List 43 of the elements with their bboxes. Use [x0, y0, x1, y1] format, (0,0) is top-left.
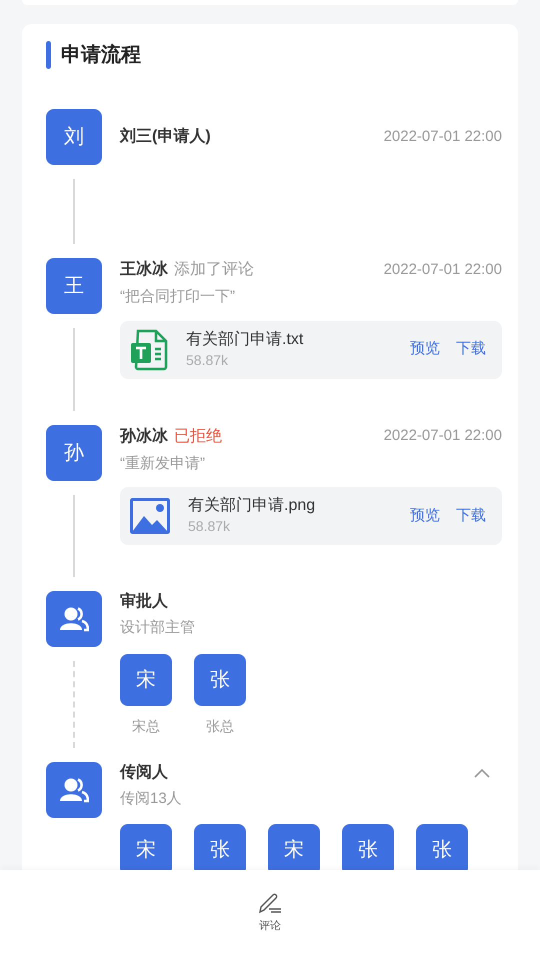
file-action-link[interactable]: 下载	[456, 338, 486, 361]
comment-text: “把合同打印一下”	[120, 287, 236, 307]
title-accent-bar	[46, 41, 51, 69]
group-icon	[59, 776, 89, 802]
file-name: 有关部门申请.txt	[186, 330, 304, 350]
file-action-link[interactable]: 下载	[456, 504, 486, 528]
person-name: 刘三(申请人)	[120, 126, 211, 147]
chevron-up-icon[interactable]	[474, 768, 490, 778]
group-subtitle: 传阅13人	[120, 788, 183, 808]
timestamp: 2022-07-01 22:00	[384, 426, 502, 446]
action-text: 添加了评论	[174, 260, 254, 280]
timestamp: 2022-07-01 22:00	[384, 260, 502, 280]
group-icon	[59, 606, 89, 632]
file-size: 58.87k	[186, 350, 230, 370]
avatar: 宋	[268, 824, 320, 870]
comment-button[interactable]: 评论	[257, 892, 283, 936]
timestamp: 2022-07-01 22:00	[384, 126, 502, 147]
avatar: 王	[46, 258, 102, 314]
group-title: 审批人	[120, 591, 168, 612]
file-action-link[interactable]: 预览	[410, 338, 440, 361]
person-name: 宋总	[132, 716, 160, 736]
document-icon	[130, 328, 168, 370]
group-subtitle: 设计部主管	[120, 618, 196, 638]
person-name: 孙冰冰	[120, 426, 168, 446]
status-text: 已拒绝	[174, 426, 222, 446]
avatar: 宋	[120, 824, 172, 870]
file-size: 58.87k	[188, 517, 232, 536]
avatar: 刘	[46, 109, 102, 165]
comment-text: “重新发申请”	[120, 454, 206, 474]
avatar: 张	[416, 824, 468, 870]
person-name: 王冰冰	[120, 260, 168, 280]
file-action-link[interactable]: 预览	[410, 504, 440, 528]
file-name: 有关部门申请.png	[188, 496, 316, 516]
image-icon	[130, 498, 170, 534]
pencil-icon	[257, 892, 283, 914]
avatar: 张	[194, 824, 246, 870]
avatar: 张	[194, 654, 246, 706]
avatar: 宋	[120, 654, 172, 706]
section-title: 申请流程	[61, 42, 141, 68]
avatar: 孙	[46, 424, 102, 480]
person-name: 张总	[206, 716, 234, 736]
avatar: 张	[342, 824, 394, 870]
group-title: 传阅人	[120, 762, 168, 782]
